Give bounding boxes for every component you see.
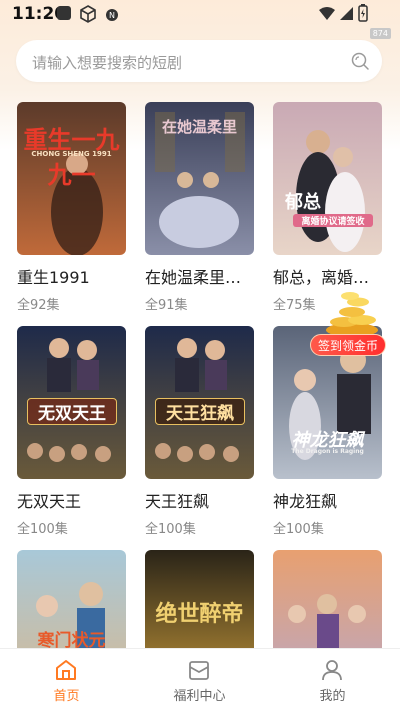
nav-home[interactable]: 首页 (0, 649, 133, 711)
drama-title[interactable]: 在她温柔里… (145, 264, 254, 288)
drama-title[interactable]: 郁总，离婚… (273, 264, 382, 288)
drama-episodes: 全91集 (145, 298, 188, 313)
drama-grid: 重生一九九一 CHONG SHENG 1991 重生1991 全92集 在她温柔… (0, 100, 400, 648)
poster-title: 寒门状元 (37, 631, 106, 648)
cube-icon (79, 5, 97, 27)
poster-title: 天王狂飙 (155, 398, 245, 425)
drama-poster[interactable]: 寒门状元 (17, 550, 126, 648)
drama-title[interactable]: 重生1991 (17, 264, 126, 288)
signal-icon (338, 6, 354, 25)
drama-poster[interactable] (273, 550, 382, 648)
poster-subtitle: 离婚协议请签收 (293, 214, 373, 227)
poster-title: 绝世醉帝 (155, 602, 244, 627)
poster-title: 郁总 (285, 192, 321, 213)
drama-card[interactable] (273, 550, 382, 648)
search-icon[interactable] (350, 51, 370, 75)
version-tag: 874 (369, 28, 391, 39)
gift-box-icon (187, 659, 211, 685)
drama-card[interactable]: 绝世醉帝 (145, 550, 254, 648)
nav-welfare-label: 福利中心 (173, 689, 226, 704)
signin-label[interactable]: 签到领金币 (310, 334, 387, 356)
drama-poster[interactable]: 无双天王 (17, 326, 126, 479)
nav-profile-label: 我的 (319, 689, 346, 704)
search-input[interactable]: 请输入想要搜索的短剧 (16, 40, 382, 82)
poster-subtitle: The Dragon is Raging (291, 448, 364, 455)
poster-subtitle: CHONG SHENG 1991 (31, 150, 112, 158)
drama-poster[interactable]: 天王狂飙 (145, 326, 254, 479)
nav-profile[interactable]: 我的 (266, 649, 399, 711)
drama-episodes: 全100集 (17, 522, 68, 537)
drama-title[interactable]: 神龙狂飙 (273, 488, 382, 512)
drama-episodes: 全92集 (17, 298, 60, 313)
nav-home-label: 首页 (53, 689, 80, 704)
drama-card[interactable]: 郁总 离婚协议请签收 郁总，离婚… 全75集 (273, 102, 382, 313)
search-placeholder: 请输入想要搜索的短剧 (32, 54, 183, 72)
drama-card[interactable]: 无双天王 无双天王 全100集 (17, 326, 126, 537)
drama-card[interactable]: 在她温柔里 在她温柔里… 全91集 (145, 102, 254, 313)
drama-title[interactable]: 无双天王 (17, 488, 126, 512)
poster-title: 在她温柔里 (161, 118, 237, 136)
svg-text:N: N (109, 11, 115, 20)
drama-poster[interactable]: 在她温柔里 (145, 102, 254, 255)
drama-card[interactable]: 天王狂飙 天王狂飙 全100集 (145, 326, 254, 537)
drama-poster[interactable]: 绝世醉帝 (145, 550, 254, 648)
signin-reward-badge[interactable]: 签到领金币 (310, 290, 396, 360)
drama-episodes: 全100集 (145, 522, 196, 537)
circle-n-icon: N (105, 7, 119, 26)
user-icon (320, 659, 344, 685)
poster-title: 无双天王 (27, 398, 117, 425)
bottom-nav: 首页 福利中心 我的 (0, 648, 400, 711)
drama-poster[interactable]: 郁总 离婚协议请签收 (273, 102, 382, 255)
battery-icon (358, 4, 368, 26)
drama-poster[interactable]: 重生一九九一 CHONG SHENG 1991 (17, 102, 126, 255)
home-icon (54, 659, 78, 685)
drama-card[interactable]: 重生一九九一 CHONG SHENG 1991 重生1991 全92集 (17, 102, 126, 313)
status-bar: 11:20 N (0, 0, 400, 28)
app-notification-icon (56, 5, 72, 25)
drama-title[interactable]: 天王狂飙 (145, 488, 254, 512)
drama-card[interactable]: 寒门状元 (17, 550, 126, 648)
drama-episodes: 全100集 (273, 522, 324, 537)
nav-welfare[interactable]: 福利中心 (133, 649, 266, 711)
wifi-icon (318, 6, 336, 25)
